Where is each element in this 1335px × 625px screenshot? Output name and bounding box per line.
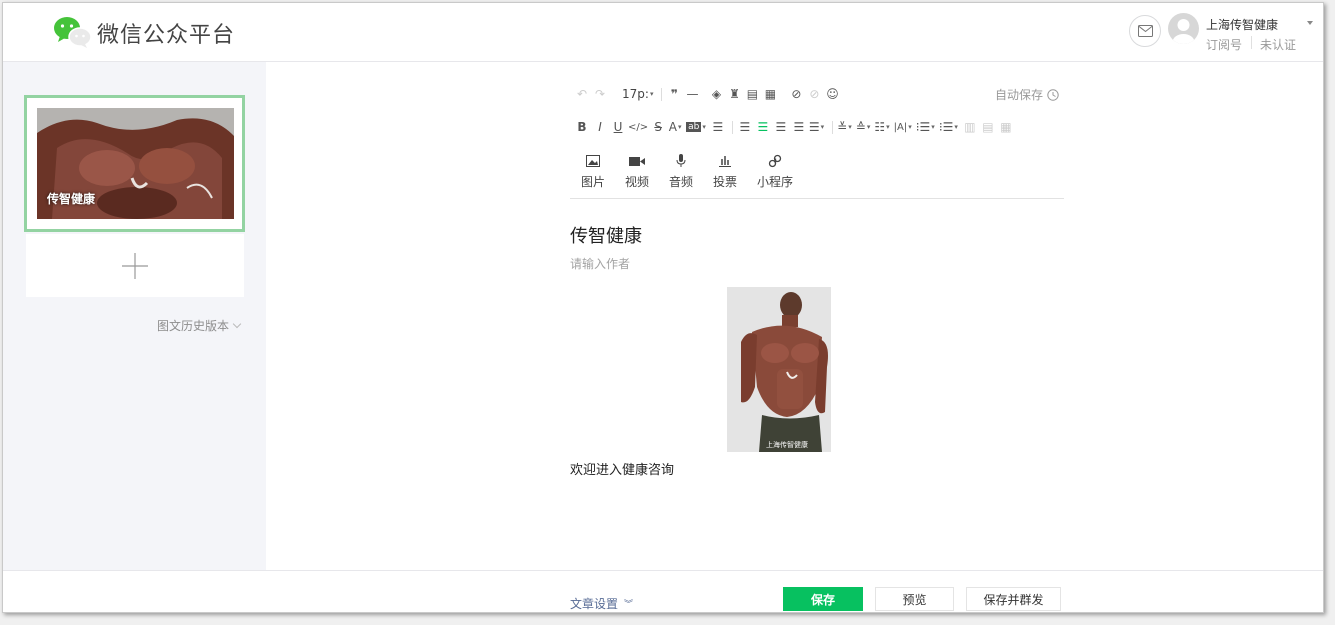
underline-icon[interactable]: U (610, 118, 626, 136)
preview-button[interactable]: 预览 (875, 587, 954, 611)
table-merge-icon[interactable]: ▤ (980, 118, 996, 136)
align-justify-icon[interactable]: ☰ (791, 118, 807, 136)
font-color-icon[interactable]: A ▾ (668, 118, 684, 136)
poll-icon (719, 156, 731, 167)
format-brush-icon[interactable]: ◈ (708, 85, 724, 103)
insert-poll-label: 投票 (712, 175, 737, 189)
insert-audio-label: 音频 (668, 175, 693, 189)
undo-icon[interactable]: ↶ (574, 85, 590, 103)
divider (832, 120, 834, 134)
add-article-button[interactable] (26, 234, 244, 297)
align-distribute-icon[interactable]: ☰ ▾ (809, 118, 826, 136)
history-versions-link[interactable]: 图文历史版本 (157, 317, 242, 334)
insert-mini-program-label: 小程序 (756, 175, 793, 189)
autosave-toggle[interactable]: 自动保存 (995, 86, 1059, 103)
insert-image-button[interactable]: 图片 (571, 153, 615, 190)
divider (1251, 36, 1252, 49)
article-settings-label: 文章设置 (570, 597, 619, 611)
clock-icon (1047, 88, 1059, 101)
align-left-icon[interactable]: ☰ (737, 118, 753, 136)
article-image[interactable]: 上海传智健康 (727, 287, 831, 452)
article-title-input[interactable]: 传智健康 (570, 222, 642, 248)
unordered-list-icon[interactable]: ⁝☰ ▾ (916, 118, 937, 136)
font-size-select[interactable]: 17p: ▾ (622, 85, 655, 103)
save-button[interactable]: 保存 (783, 587, 863, 611)
article-cover-card[interactable]: 传智健康 (24, 95, 245, 232)
mail-icon (1137, 25, 1153, 37)
user-icon (1172, 19, 1195, 44)
clear-format-icon[interactable]: ♜ (726, 85, 742, 103)
video-icon (629, 156, 645, 166)
insert-template-icon[interactable]: ▤ (744, 85, 760, 103)
letter-spacing-icon[interactable]: |A| ▾ (894, 118, 914, 136)
plus-icon (122, 252, 148, 279)
toolbar-row-1: ↶ ↷ 17p: ▾ ❞ — ◈ ♜ ▤ ▦ ⊘ ⊘ ☺ (574, 85, 842, 103)
double-chevron-down-icon: ︾ (624, 600, 634, 610)
insert-poll-button[interactable]: 投票 (703, 153, 747, 190)
message-button[interactable] (1129, 15, 1161, 47)
quote-icon[interactable]: ❞ (666, 85, 682, 103)
wechat-logo-icon (54, 17, 92, 48)
align-center-icon[interactable]: ☰ (755, 118, 771, 136)
insert-audio-button[interactable]: 音频 (659, 153, 703, 190)
spacing-before-icon[interactable]: ≚ ▾ (837, 118, 854, 136)
ordered-list-icon[interactable]: ⁝☰ ▾ (939, 118, 960, 136)
save-and-publish-button[interactable]: 保存并群发 (966, 587, 1061, 611)
chevron-down-icon (232, 319, 242, 329)
microphone-icon (676, 154, 686, 167)
redo-icon[interactable]: ↷ (592, 85, 608, 103)
font-size-value: 17p: (622, 87, 649, 101)
link-icon[interactable]: ⊘ (788, 85, 804, 103)
author-input[interactable]: 请输入作者 (570, 255, 630, 272)
account-type: 订阅号 (1206, 38, 1243, 52)
line-height-icon[interactable]: ☷ ▾ (874, 118, 891, 136)
top-header: 微信公众平台 上海传智健康 订阅号 未认证 (3, 3, 1323, 62)
toolbar-row-2: B I U </> S A ▾ ab ▾ ☰ ☰ ☰ ☰ ☰ ☰ ▾ ≚ ▾ ≙ ▾ ☷ ▾… (574, 118, 1016, 136)
divider (731, 120, 733, 134)
media-insert-row: 图片 视频 音频 投票 小程序 (571, 153, 803, 190)
insert-mini-program-button[interactable]: 小程序 (747, 153, 803, 190)
autosave-label: 自动保存 (995, 88, 1044, 102)
italic-icon[interactable]: I (592, 118, 608, 136)
bold-icon[interactable]: B (574, 118, 590, 136)
table-icon[interactable]: ▥ (962, 118, 978, 136)
spacing-after-icon[interactable]: ≙ ▾ (856, 118, 873, 136)
mini-program-icon (768, 154, 782, 168)
account-name[interactable]: 上海传智健康 (1206, 16, 1278, 33)
code-icon[interactable]: </> (628, 118, 648, 136)
background-color-icon[interactable]: ab ▾ (686, 118, 708, 136)
divider (661, 87, 663, 101)
horizontal-rule-icon[interactable]: — (684, 85, 700, 103)
cover-image: 传智健康 (37, 108, 234, 219)
align-right-icon[interactable]: ☰ (773, 118, 789, 136)
indent-icon[interactable]: ☰ (710, 118, 726, 136)
article-list-sidebar: 传智健康 图文历史版本 (3, 62, 266, 570)
divider (570, 198, 1064, 199)
editor-footer: 文章设置 ︾ 保存 预览 保存并群发 (3, 570, 1323, 612)
unlink-icon[interactable]: ⊘ (806, 85, 822, 103)
emoji-icon[interactable]: ☺ (824, 85, 840, 103)
document-icon[interactable]: ▦ (762, 85, 778, 103)
article-photo-illustration: 上海传智健康 (727, 287, 831, 452)
strikethrough-icon[interactable]: S (650, 118, 666, 136)
image-icon (586, 155, 600, 167)
history-label: 图文历史版本 (157, 319, 230, 333)
insert-video-label: 视频 (624, 175, 649, 189)
insert-image-label: 图片 (580, 175, 605, 189)
account-dropdown-icon[interactable] (1307, 21, 1313, 25)
cover-title: 传智健康 (47, 192, 96, 206)
account-avatar[interactable] (1168, 13, 1199, 44)
insert-video-button[interactable]: 视频 (615, 153, 659, 190)
editor-window: 微信公众平台 上海传智健康 订阅号 未认证 传智健康 图文历史版本 ↶ ↷ 17… (2, 2, 1324, 613)
article-settings-toggle[interactable]: 文章设置 ︾ (570, 595, 633, 612)
verification-status[interactable]: 未认证 (1260, 36, 1296, 53)
article-body-text[interactable]: 欢迎进入健康咨询 (570, 459, 674, 478)
image-watermark: 上海传智健康 (766, 440, 808, 449)
table-delete-icon[interactable]: ▦ (998, 118, 1014, 136)
platform-title: 微信公众平台 (97, 23, 236, 48)
